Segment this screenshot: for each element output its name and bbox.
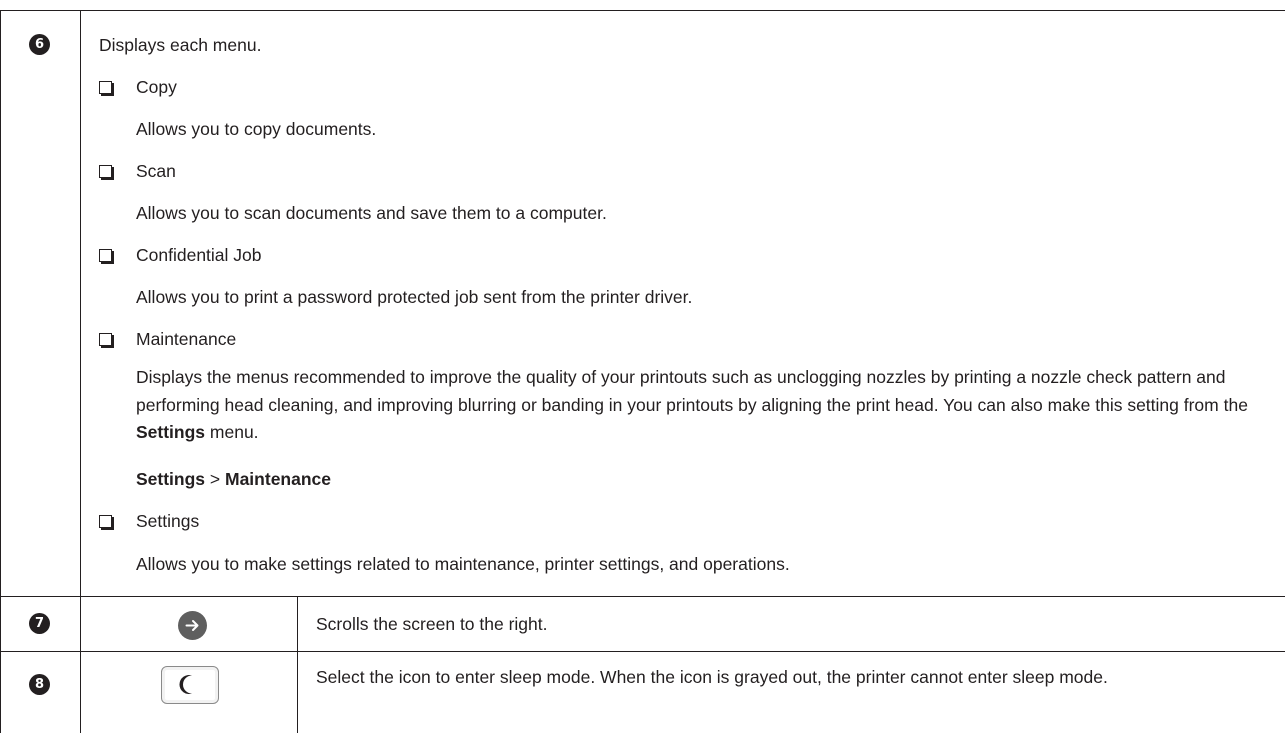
row-number-8: 8 [29,674,50,695]
table-border-left [0,10,1,733]
checkbox-bullet-icon [99,249,112,262]
menu-item-confidential-job-desc: Allows you to print a password protected… [136,287,693,307]
menu-item-copy-desc: Allows you to copy documents. [136,119,377,139]
menu-item-copy: Copy [136,77,177,97]
menu-item-maintenance-desc: Displays the menus recommended to improv… [136,367,1248,442]
row6-intro: Displays each menu. [99,35,262,55]
row8-desc: Select the icon to enter sleep mode. Whe… [316,667,1108,687]
sleep-mode-button [161,666,219,704]
checkbox-bullet-icon [99,81,112,94]
menu-item-scan: Scan [136,161,176,181]
checkbox-bullet-icon [99,333,112,346]
menu-item-confidential-job: Confidential Job [136,245,262,265]
table-border-top [0,10,1285,11]
checkbox-bullet-icon [99,515,112,528]
menu-description-table: 6 Displays each menu. Copy Allows you to… [0,0,1285,733]
menu-item-maintenance: Maintenance [136,329,237,349]
table-border-row8 [0,651,1285,652]
menu-item-settings-desc: Allows you to make settings related to m… [136,554,790,574]
arrow-right-circle-icon [178,611,207,640]
row-number-7: 7 [29,613,50,634]
settings-path: Settings > Maintenance [136,469,331,489]
table-border-icon-col [297,596,298,733]
table-border-row7 [0,596,1285,597]
moon-sleep-icon [179,675,192,694]
table-border-num-col [80,10,81,733]
checkbox-bullet-icon [99,165,112,178]
menu-item-settings: Settings [136,511,200,531]
row7-desc: Scrolls the screen to the right. [316,614,548,634]
row-number-6: 6 [29,34,50,55]
menu-item-scan-desc: Allows you to scan documents and save th… [136,203,607,223]
